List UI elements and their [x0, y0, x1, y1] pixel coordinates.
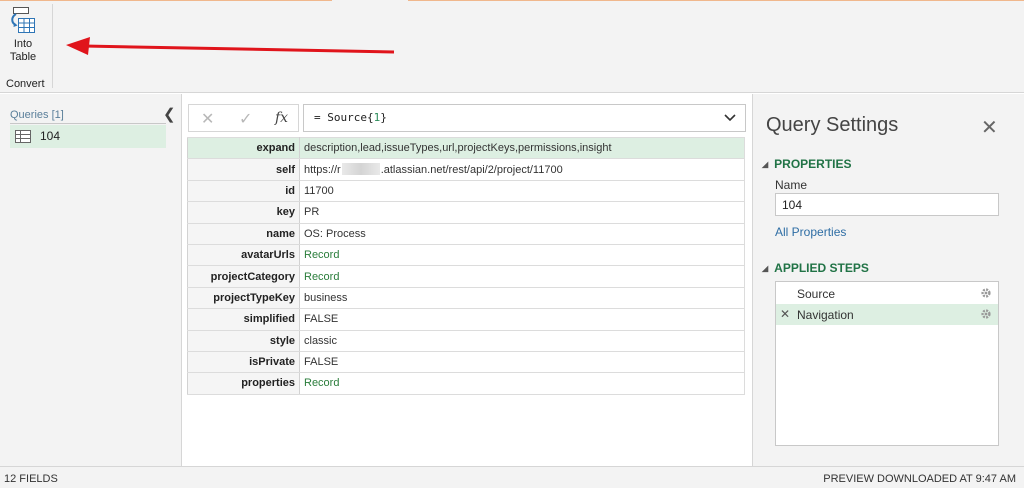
field-name: expand	[187, 136, 300, 160]
field-name: isPrivate	[187, 351, 300, 374]
formula-brace-open: {	[367, 111, 374, 124]
query-settings-pane: Query Settings ✕ ◢ PROPERTIES Name All Pr…	[752, 94, 1024, 466]
record-row[interactable]: isPrivate FALSE	[187, 351, 745, 374]
field-name: id	[187, 180, 300, 203]
field-value: OS: Process	[299, 223, 745, 245]
step-source[interactable]: Source	[776, 283, 998, 304]
ribbon-group-divider	[52, 4, 53, 88]
field-name: properties	[187, 372, 300, 395]
collapse-triangle-icon: ◢	[762, 160, 769, 169]
formula-prefix: =	[314, 111, 328, 124]
record-grid: expand description,lead,issueTypes,url,p…	[187, 136, 745, 395]
into-table-label-line1: Into	[13, 38, 33, 50]
ribbon-accent-line	[0, 0, 1024, 1]
properties-heading[interactable]: ◢ PROPERTIES	[762, 157, 852, 171]
field-value: 11700	[299, 180, 745, 203]
field-name: self	[187, 158, 300, 181]
record-row[interactable]: projectTypeKey business	[187, 287, 745, 310]
collapse-triangle-icon: ◢	[762, 264, 769, 273]
field-name: projectCategory	[187, 265, 300, 288]
step-name: Source	[797, 287, 836, 301]
name-label: Name	[775, 178, 808, 192]
checkmark-icon[interactable]: ✓	[239, 109, 252, 129]
field-value: PR	[299, 201, 745, 224]
formula-brace-close: }	[380, 111, 387, 124]
record-row[interactable]: name OS: Process	[187, 223, 745, 245]
into-table-button[interactable]: Into Table	[2, 4, 44, 74]
record-row[interactable]: simplified FALSE	[187, 308, 745, 331]
cancel-icon[interactable]: ✕	[201, 109, 214, 129]
field-value: FALSE	[299, 308, 745, 331]
field-name: style	[187, 330, 300, 352]
record-link[interactable]: Record	[299, 372, 745, 395]
preview-status: PREVIEW DOWNLOADED AT 9:47 AM	[823, 473, 1016, 485]
field-value: business	[299, 287, 745, 310]
status-bar: 12 FIELDS PREVIEW DOWNLOADED AT 9:47 AM	[0, 466, 1024, 488]
record-row[interactable]: id 11700	[187, 180, 745, 203]
chevron-down-icon[interactable]	[723, 110, 737, 126]
query-name: 104	[40, 129, 61, 143]
query-name-input[interactable]	[775, 193, 999, 216]
field-name: key	[187, 201, 300, 224]
formula-source: Source	[327, 111, 367, 124]
field-name: avatarUrls	[187, 244, 300, 267]
record-row[interactable]: expand description,lead,issueTypes,url,p…	[187, 136, 745, 160]
record-link[interactable]: Record	[299, 265, 745, 288]
settings-title: Query Settings	[766, 114, 899, 136]
record-row[interactable]: key PR	[187, 201, 745, 224]
field-count-status: 12 FIELDS	[4, 473, 58, 485]
record-row[interactable]: style classic	[187, 330, 745, 352]
gear-icon[interactable]	[980, 308, 992, 320]
queries-header-underline	[10, 123, 166, 124]
field-name: projectTypeKey	[187, 287, 300, 310]
field-value: https://r .atlassian.net/rest/api/2/proje…	[299, 158, 745, 181]
applied-steps-list: Source ✕ Navigation	[775, 281, 999, 446]
gear-icon[interactable]	[980, 287, 992, 299]
table-icon	[15, 130, 31, 143]
ribbon: Into Table Convert	[0, 0, 1024, 93]
chevron-left-icon[interactable]: ❮	[163, 105, 176, 123]
fx-button[interactable]: fx	[275, 110, 288, 126]
record-row[interactable]: self https://r .atlassian.net/rest/api/2/…	[187, 158, 745, 181]
ribbon-tab-gap	[332, 0, 408, 1]
close-icon[interactable]: ✕	[981, 115, 998, 140]
field-value: FALSE	[299, 351, 745, 374]
queries-pane: Queries [1] ❮ 104	[0, 94, 182, 466]
record-row[interactable]: avatarUrls Record	[187, 244, 745, 267]
query-item[interactable]: 104	[10, 125, 166, 148]
field-name: simplified	[187, 308, 300, 331]
convert-group-label: Convert	[6, 78, 45, 90]
step-name: Navigation	[797, 308, 854, 322]
field-name: name	[187, 223, 300, 245]
into-table-icon	[11, 7, 35, 33]
record-row[interactable]: projectCategory Record	[187, 265, 745, 288]
annotation-arrow	[66, 37, 395, 55]
into-table-label-line2: Table	[9, 51, 37, 63]
url-suffix: .atlassian.net/rest/api/2/project/11700	[380, 164, 563, 177]
properties-heading-label: PROPERTIES	[774, 157, 852, 171]
record-link[interactable]: Record	[299, 244, 745, 267]
delete-step-icon[interactable]: ✕	[780, 307, 790, 321]
url-prefix: https://r	[304, 164, 341, 177]
field-value: description,lead,issueTypes,url,projectK…	[299, 136, 745, 160]
all-properties-link[interactable]: All Properties	[775, 225, 846, 239]
step-navigation[interactable]: ✕ Navigation	[776, 304, 998, 325]
formula-tools: ✕ ✓ fx	[188, 104, 299, 132]
queries-header: Queries [1]	[10, 109, 64, 121]
field-value: classic	[299, 330, 745, 352]
applied-steps-heading[interactable]: ◢ APPLIED STEPS	[762, 261, 869, 275]
formula-input[interactable]: = Source{1}	[303, 104, 746, 132]
applied-steps-heading-label: APPLIED STEPS	[774, 261, 869, 275]
formula-text: = Source{1}	[314, 111, 387, 124]
record-row[interactable]: properties Record	[187, 372, 745, 395]
redaction-blur	[341, 163, 380, 176]
